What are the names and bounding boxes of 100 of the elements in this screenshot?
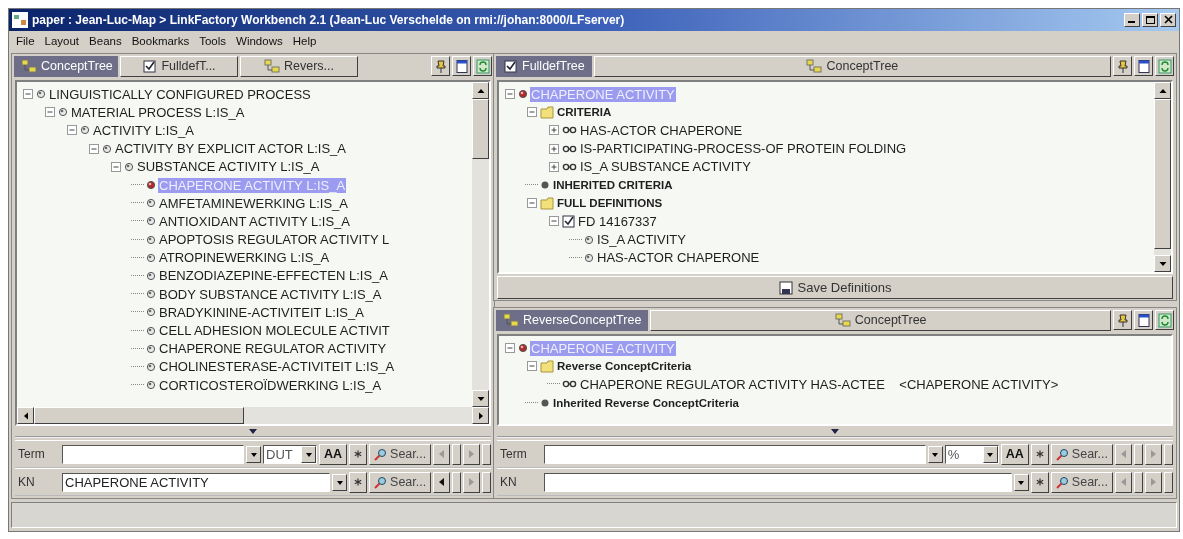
- refresh-button[interactable]: [473, 56, 493, 76]
- expand-icon[interactable]: [548, 143, 559, 154]
- wildcard-button[interactable]: [349, 443, 368, 465]
- menu-item[interactable]: Beans: [84, 33, 127, 49]
- menu-item[interactable]: Tools: [194, 33, 232, 49]
- tab[interactable]: FulldefTree: [496, 55, 592, 77]
- window-button[interactable]: [1134, 310, 1153, 330]
- scroll-down-button[interactable]: [472, 390, 490, 407]
- back-button[interactable]: [1115, 443, 1132, 465]
- pin-button[interactable]: [1113, 310, 1132, 330]
- minimize-button[interactable]: [1124, 13, 1140, 27]
- back-button[interactable]: [433, 471, 451, 493]
- tab[interactable]: ConceptTree: [14, 55, 118, 77]
- dropdown-button[interactable]: [927, 445, 943, 463]
- tree-item[interactable]: CHAPERONE REGULATOR ACTIVITY HAS-ACTEE <CHAPERONE ACTIVITY>: [579, 376, 1060, 392]
- search-button[interactable]: Sear...: [1050, 443, 1113, 465]
- wildcard-button[interactable]: [1030, 443, 1049, 465]
- tree-item[interactable]: APOPTOSIS REGULATOR ACTIVITY L: [158, 232, 391, 248]
- collapse-icon[interactable]: [504, 89, 515, 100]
- vertical-scrollbar[interactable]: [1154, 82, 1171, 272]
- tree-item[interactable]: FD 14167337: [577, 213, 658, 229]
- scroll-down-button[interactable]: [1154, 255, 1171, 272]
- search-field[interactable]: CHAPERONE ACTIVITY: [62, 472, 331, 492]
- menu-item[interactable]: File: [11, 33, 40, 49]
- scroll-up-button[interactable]: [1154, 82, 1171, 99]
- save-button[interactable]: Save Definitions: [497, 276, 1173, 299]
- tree-item[interactable]: Inherited Reverse ConceptCriteria: [552, 396, 740, 409]
- search-button[interactable]: Sear...: [369, 443, 432, 465]
- history-dropdown-button[interactable]: [1164, 471, 1173, 493]
- expand-icon[interactable]: [548, 125, 559, 136]
- tab[interactable]: ConceptTree: [650, 309, 1111, 331]
- scroll-right-button[interactable]: [472, 407, 490, 424]
- pin-button[interactable]: [1113, 56, 1132, 76]
- wildcard-button[interactable]: [349, 471, 368, 493]
- tree-item[interactable]: IS_A ACTIVITY: [596, 232, 687, 248]
- scroll-left-button[interactable]: [17, 407, 34, 424]
- language-dropdown[interactable]: DUT: [263, 444, 317, 464]
- collapse-icon[interactable]: [22, 89, 33, 100]
- dropdown-button[interactable]: [246, 445, 261, 463]
- menu-item[interactable]: Help: [287, 33, 322, 49]
- history-dropdown-button[interactable]: [1134, 443, 1143, 465]
- history-dropdown-button[interactable]: [452, 471, 462, 493]
- scroll-thumb[interactable]: [34, 407, 244, 424]
- history-dropdown-button[interactable]: [1134, 471, 1143, 493]
- tree-item[interactable]: ATROPINEWERKING L:IS_A: [158, 250, 331, 266]
- collapse-icon[interactable]: [526, 361, 537, 372]
- tree-item[interactable]: HAS-ACTOR CHAPERONE: [579, 122, 744, 138]
- collapse-icon[interactable]: [504, 343, 515, 354]
- tree-item[interactable]: FULL DEFINITIONS: [556, 197, 664, 210]
- collapse-icon[interactable]: [44, 107, 55, 118]
- tab[interactable]: Revers...: [240, 55, 358, 77]
- forward-button[interactable]: [1145, 471, 1162, 493]
- scroll-up-button[interactable]: [472, 82, 490, 99]
- tree-item[interactable]: BENZODIAZEPINE-EFFECTEN L:IS_A: [158, 268, 389, 284]
- search-button[interactable]: Sear...: [369, 471, 432, 493]
- tree-item[interactable]: MATERIAL PROCESS L:IS_A: [70, 104, 246, 120]
- tree-item[interactable]: CHOLINESTERASE-ACTIVITEIT L:IS_A: [158, 359, 396, 375]
- close-button[interactable]: [1160, 13, 1176, 27]
- pin-button[interactable]: [431, 56, 451, 76]
- dropdown-button[interactable]: [332, 473, 348, 491]
- tree-item[interactable]: CRITERIA: [556, 106, 613, 119]
- collapse-icon[interactable]: [526, 107, 537, 118]
- tree-item[interactable]: ACTIVITY L:IS_A: [92, 122, 195, 138]
- history-dropdown-button[interactable]: [452, 443, 462, 465]
- search-field[interactable]: [544, 472, 1012, 492]
- tab[interactable]: ConceptTree: [593, 55, 1111, 77]
- tree-item[interactable]: AMFETAMINEWERKING L:IS_A: [158, 195, 349, 211]
- tree-item[interactable]: BRADYKININE-ACTIVITEIT L:IS_A: [158, 304, 365, 320]
- dropdown-button[interactable]: [1013, 473, 1029, 491]
- back-button[interactable]: [1115, 471, 1132, 493]
- collapse-icon[interactable]: [548, 216, 559, 227]
- refresh-button[interactable]: [1155, 56, 1174, 76]
- tree-item[interactable]: INHERITED CRITERIA: [552, 179, 674, 192]
- vertical-scrollbar[interactable]: [472, 82, 490, 407]
- scroll-thumb[interactable]: [472, 99, 490, 159]
- tree-item[interactable]: LINGUISTICALLY CONFIGURED PROCESS: [48, 86, 312, 102]
- collapse-icon[interactable]: [66, 125, 77, 136]
- tree-item[interactable]: CHAPERONE REGULATOR ACTIVITY: [158, 341, 388, 357]
- forward-button[interactable]: [463, 471, 481, 493]
- history-dropdown-button[interactable]: [482, 471, 492, 493]
- collapse-icon[interactable]: [526, 198, 537, 209]
- tree-item[interactable]: Reverse ConceptCriteria: [556, 360, 693, 373]
- case-button[interactable]: AA: [1000, 443, 1029, 465]
- search-field[interactable]: [62, 444, 244, 464]
- forward-button[interactable]: [1145, 443, 1162, 465]
- horizontal-scrollbar[interactable]: [17, 407, 490, 424]
- history-dropdown-button[interactable]: [482, 443, 492, 465]
- tree-item[interactable]: HAS-ACTOR CHAPERONE: [596, 250, 761, 266]
- case-button[interactable]: AA: [319, 443, 348, 465]
- expand-icon[interactable]: [548, 161, 559, 172]
- wildcard-button[interactable]: [1030, 471, 1049, 493]
- refresh-button[interactable]: [1155, 310, 1174, 330]
- back-button[interactable]: [433, 443, 451, 465]
- search-field[interactable]: [544, 444, 926, 464]
- language-dropdown[interactable]: %: [944, 444, 999, 464]
- tree-item[interactable]: IS_A SUBSTANCE ACTIVITY: [579, 159, 752, 175]
- tree-item[interactable]: CELL ADHESION MOLECULE ACTIVIT: [158, 323, 391, 339]
- menu-item[interactable]: Windows: [231, 33, 288, 49]
- tree-item[interactable]: SUBSTANCE ACTIVITY L:IS_A: [136, 159, 321, 175]
- forward-button[interactable]: [463, 443, 481, 465]
